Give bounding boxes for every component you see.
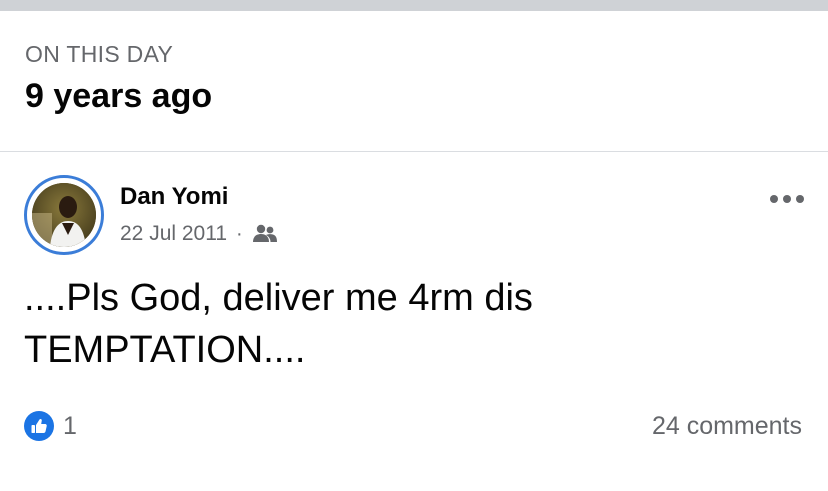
avatar-photo (32, 183, 96, 247)
memory-card: ON THIS DAY 9 years ago Dan Yomi 22 Jul … (0, 0, 828, 491)
avatar-image (32, 183, 96, 247)
post-text: ....Pls God, deliver me 4rm dis TEMPTATI… (24, 277, 533, 371)
like-icon (24, 411, 54, 441)
friends-icon[interactable] (252, 223, 278, 243)
more-dot (783, 195, 791, 203)
post-meta: 22 Jul 2011 · (120, 222, 278, 246)
memory-eyebrow: ON THIS DAY (25, 41, 174, 67)
comments-count[interactable]: 24 comments (652, 412, 802, 441)
more-dot (796, 195, 804, 203)
memory-header: ON THIS DAY 9 years ago (0, 11, 828, 151)
meta-separator: · (236, 222, 243, 245)
reactions-summary[interactable]: 1 (24, 411, 77, 441)
top-separator-bar (0, 0, 828, 11)
more-dot (770, 195, 778, 203)
reaction-count: 1 (63, 411, 77, 440)
avatar[interactable] (24, 175, 104, 255)
memory-headline: 9 years ago (25, 77, 213, 115)
more-options-icon[interactable] (770, 192, 804, 206)
post-card: Dan Yomi 22 Jul 2011 · ....Pls God, deli… (0, 152, 828, 491)
author-name[interactable]: Dan Yomi (120, 183, 228, 211)
post-date[interactable]: 22 Jul 2011 (120, 222, 227, 246)
